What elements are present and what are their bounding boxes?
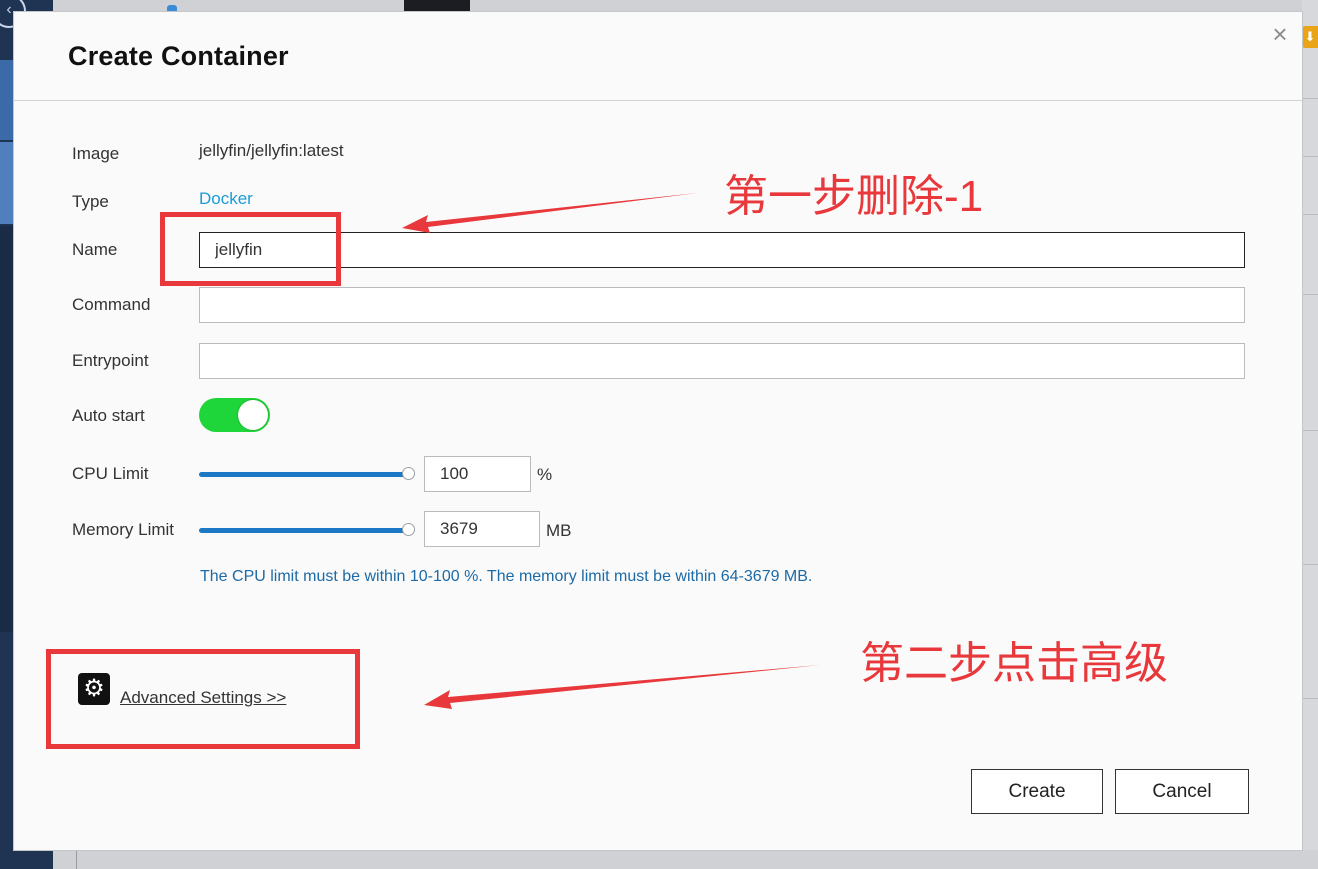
annotation-arrow-step2 <box>424 665 820 709</box>
annotation-arrows <box>402 193 820 709</box>
annotation-arrow-step1 <box>402 193 697 233</box>
